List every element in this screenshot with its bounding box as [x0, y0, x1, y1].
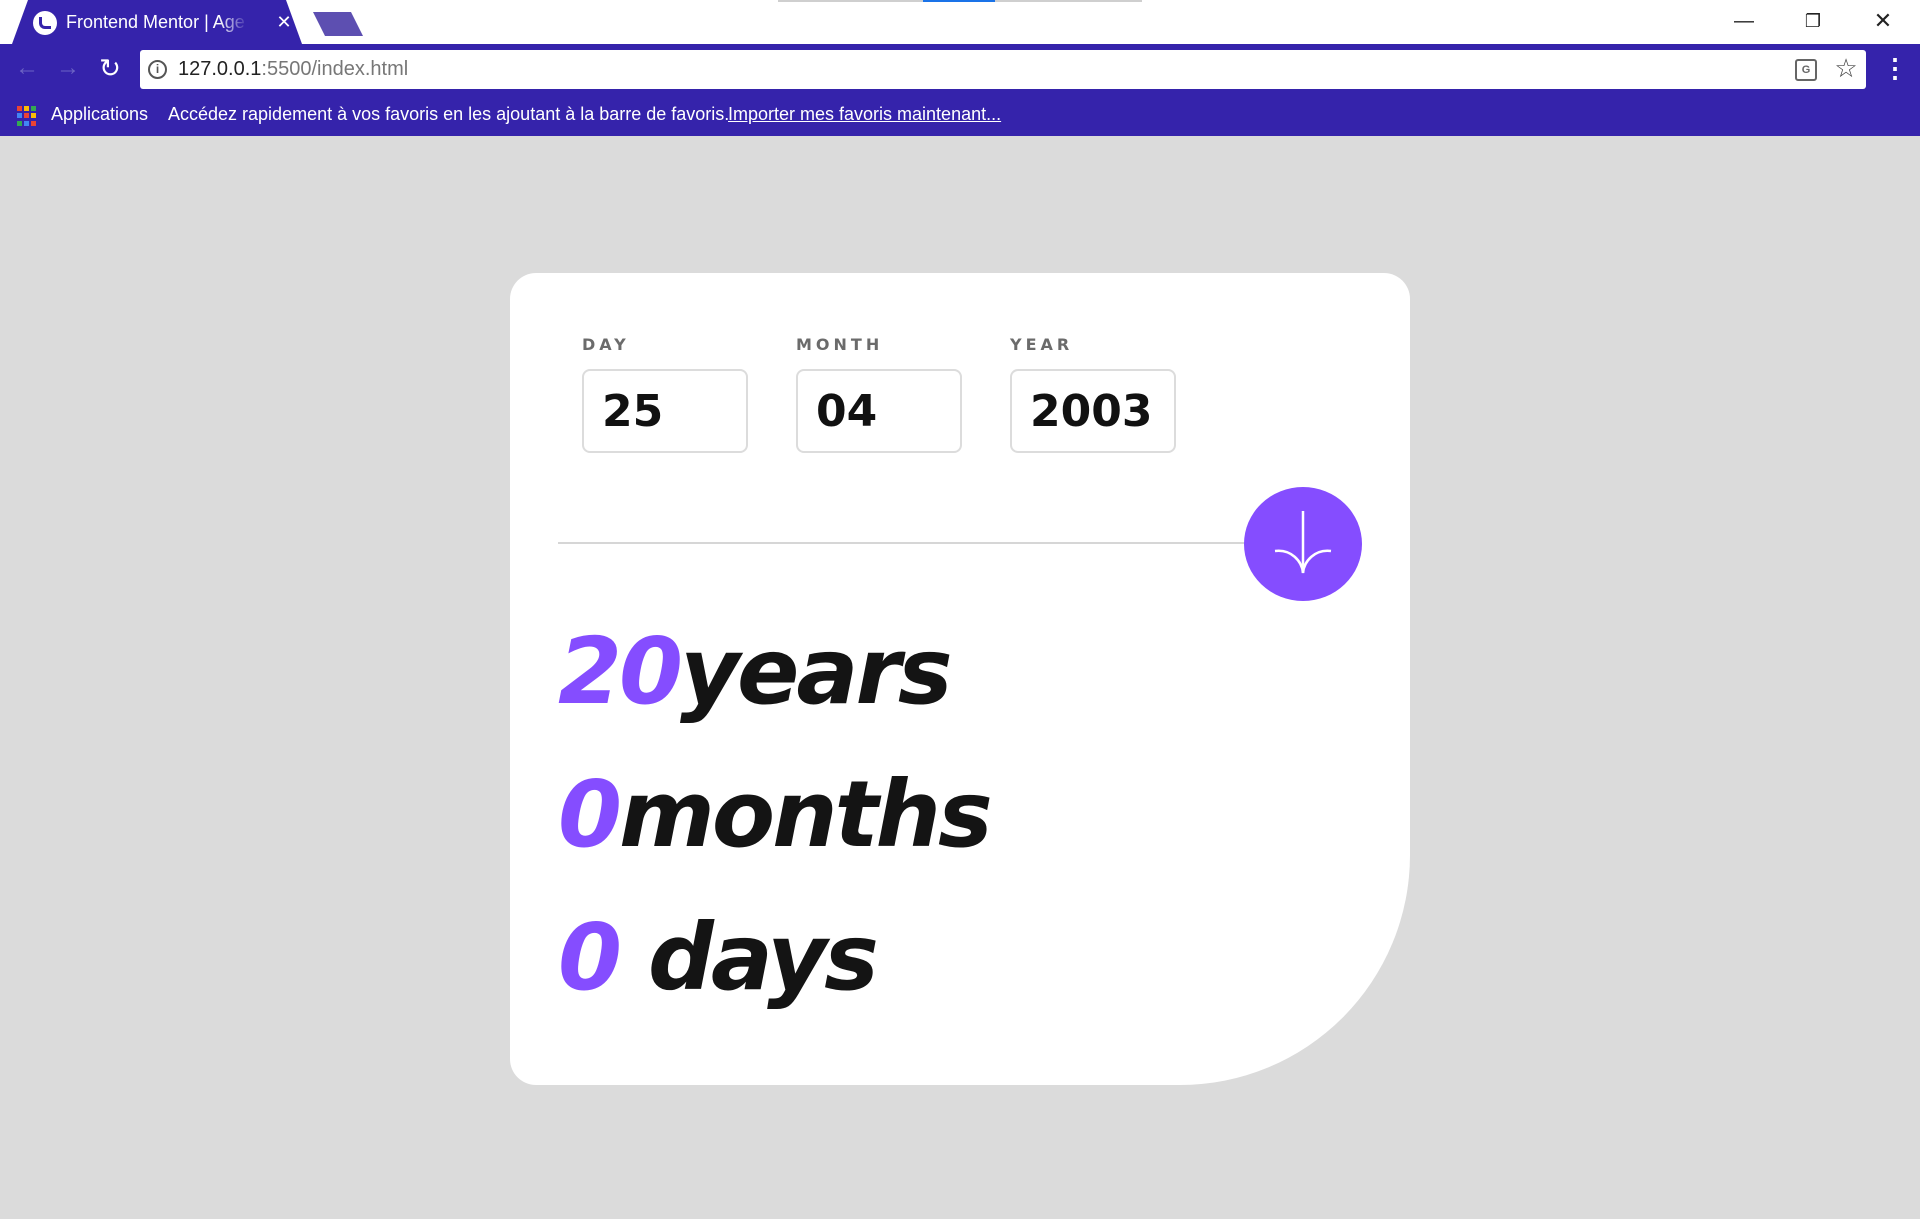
reload-icon[interactable]: ↻ [92, 50, 128, 86]
result-years: 20years [558, 602, 953, 742]
loading-indicator [778, 0, 1142, 2]
window-close-button[interactable]: ✕ [1851, 0, 1915, 44]
window-restore-button[interactable]: ❐ [1781, 0, 1845, 44]
months-unit: months [619, 761, 993, 868]
apps-grid-dot [17, 120, 22, 126]
url-text[interactable]: 127.0.0.1:5500/index.html [178, 58, 408, 81]
bookmarks-hint-text: Accédez rapidement à vos favoris en les … [168, 104, 730, 124]
year-field: YEAR [1010, 335, 1176, 453]
years-value: 20 [558, 618, 683, 725]
years-unit: years [680, 618, 953, 725]
favicon-icon [33, 11, 57, 35]
back-arrow-icon[interactable]: ← [9, 50, 45, 86]
apps-grid-icon[interactable] [17, 106, 37, 126]
apps-grid-dot [17, 113, 22, 119]
apps-grid-dot [31, 113, 36, 119]
month-input[interactable] [796, 369, 962, 453]
days-unit: days [619, 904, 879, 1011]
day-field: DAY [582, 335, 748, 453]
submit-button[interactable] [1244, 487, 1362, 601]
tab-title: Frontend Mentor | Age calculator app [66, 12, 248, 32]
month-label: MONTH [796, 335, 884, 354]
result-days: 0 days [558, 888, 879, 1028]
translate-icon[interactable]: G [1795, 59, 1817, 81]
bookmark-apps-link[interactable]: Applications [51, 104, 148, 125]
year-label: YEAR [1010, 335, 1074, 354]
year-input[interactable] [1010, 369, 1176, 453]
bookmarks-bar: Applications Accédez rapidement à vos fa… [0, 94, 1920, 136]
browser-menu-icon[interactable]: ⋮ [1880, 50, 1910, 86]
site-info-icon[interactable]: i [148, 60, 167, 79]
window-minimize-button[interactable]: — [1712, 0, 1776, 44]
day-input[interactable] [582, 369, 748, 453]
apps-grid-dot [24, 106, 29, 111]
month-field: MONTH [796, 335, 962, 453]
browser-toolbar: ← → ↻ i 127.0.0.1:5500/index.html G ☆ ⋮ [0, 44, 1920, 94]
import-bookmarks-link[interactable]: Importer mes favoris maintenant... [728, 104, 1001, 125]
divider [558, 542, 1258, 544]
result-months: 0months [558, 745, 993, 885]
apps-grid-dot [31, 120, 36, 126]
apps-grid-dot [31, 106, 36, 111]
url-host: 127.0.0.1 [178, 58, 262, 80]
forward-arrow-icon[interactable]: → [50, 50, 86, 86]
apps-grid-dot [24, 120, 29, 126]
bookmark-star-icon[interactable]: ☆ [1831, 53, 1861, 83]
days-value: 0 [558, 904, 622, 1011]
apps-grid-dot [17, 106, 22, 111]
day-label: DAY [582, 335, 630, 354]
arrow-down-icon [1274, 511, 1332, 574]
url-path: :5500/index.html [261, 58, 409, 80]
browser-titlebar: Frontend Mentor | Age calculator app ✕ —… [0, 0, 1920, 44]
new-tab-button[interactable] [313, 12, 363, 36]
age-calculator-card: DAY MONTH YEAR 20years 0months 0 days [510, 273, 1410, 1085]
months-value: 0 [558, 761, 622, 868]
apps-grid-dot [24, 113, 29, 119]
address-bar[interactable]: i 127.0.0.1:5500/index.html G ☆ [140, 50, 1866, 89]
tab-close-icon[interactable]: ✕ [274, 10, 294, 34]
